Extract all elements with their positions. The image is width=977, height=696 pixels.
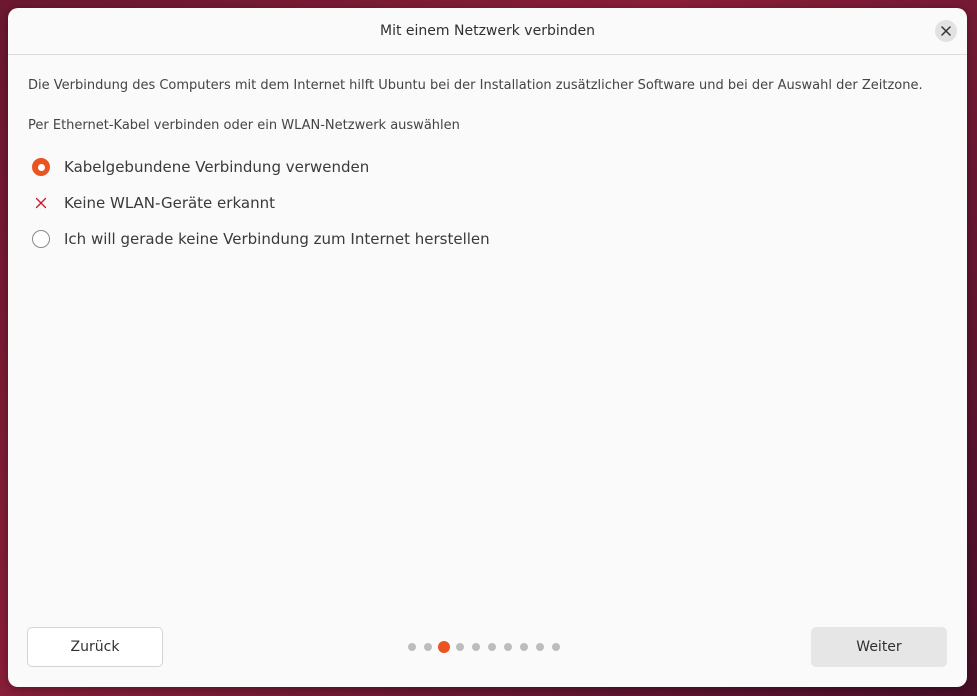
description-text: Die Verbindung des Computers mit dem Int… [28, 78, 923, 93]
footer: Zurück Weiter [8, 607, 967, 687]
option-label: Keine WLAN-Geräte erkannt [64, 194, 275, 212]
option-no-wlan: Keine WLAN-Geräte erkannt [32, 194, 275, 212]
progress-dot [408, 643, 416, 651]
option-wired-connection[interactable]: Kabelgebundene Verbindung verwenden [32, 158, 369, 176]
window-title: Mit einem Netzwerk verbinden [380, 23, 595, 39]
radio-button-selected[interactable] [32, 158, 50, 176]
installer-window: Mit einem Netzwerk verbinden Die Verbind… [8, 8, 967, 687]
progress-indicator [408, 641, 568, 653]
x-icon [32, 194, 50, 212]
option-label: Kabelgebundene Verbindung verwenden [64, 158, 370, 176]
back-button[interactable]: Zurück [27, 627, 163, 667]
close-icon [941, 26, 951, 36]
close-button[interactable] [935, 20, 957, 42]
radio-button[interactable] [32, 230, 50, 248]
next-button[interactable]: Weiter [811, 627, 947, 667]
progress-dot [536, 643, 544, 651]
title-bar: Mit einem Netzwerk verbinden [8, 8, 967, 55]
progress-dot-active [438, 641, 450, 653]
progress-dot [552, 643, 560, 651]
option-no-connection[interactable]: Ich will gerade keine Verbindung zum Int… [32, 230, 490, 248]
progress-dot [456, 643, 464, 651]
progress-dot [520, 643, 528, 651]
instruction-text: Per Ethernet-Kabel verbinden oder ein WL… [28, 118, 460, 133]
progress-dot [424, 643, 432, 651]
progress-dot [472, 643, 480, 651]
progress-dot [504, 643, 512, 651]
option-label: Ich will gerade keine Verbindung zum Int… [64, 230, 490, 248]
progress-dot [488, 643, 496, 651]
